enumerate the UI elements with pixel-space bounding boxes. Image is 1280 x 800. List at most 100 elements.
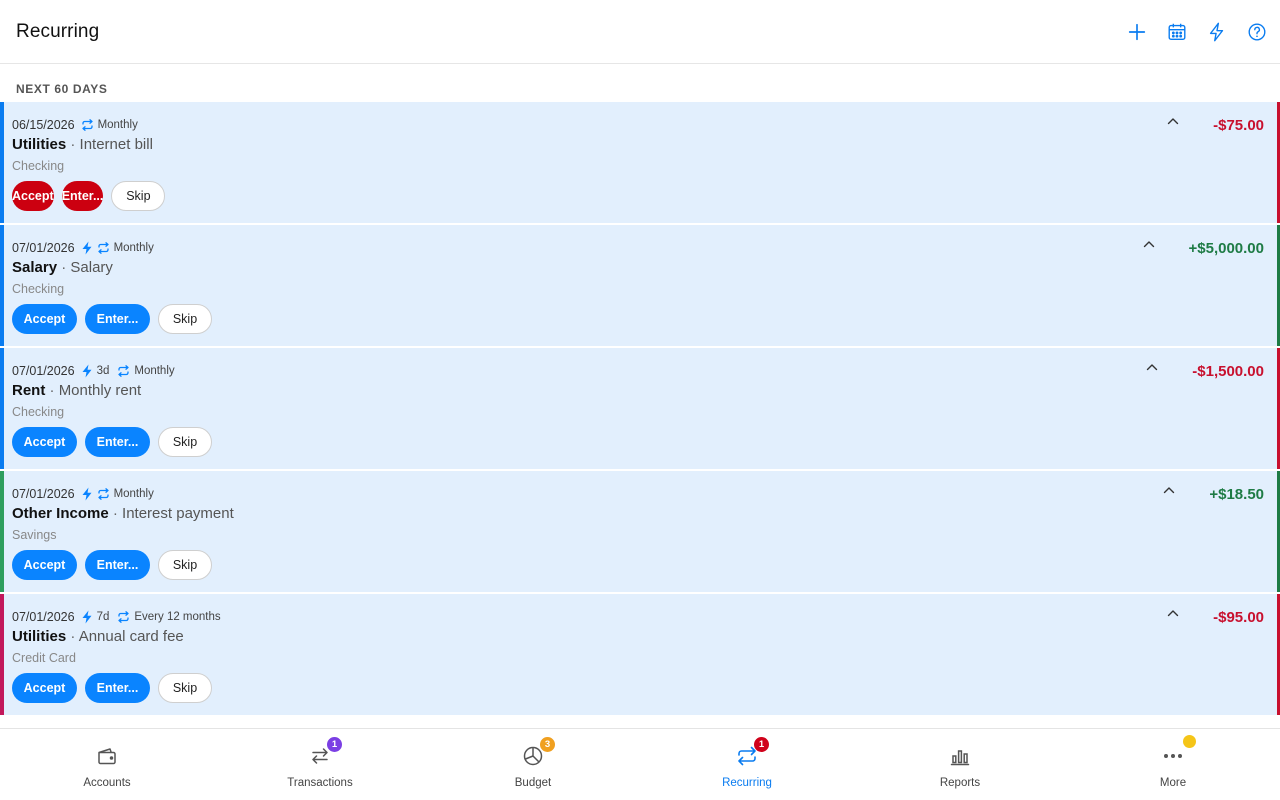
item-description: Interest payment <box>122 505 234 522</box>
item-account: Checking <box>12 159 65 173</box>
add-icon[interactable] <box>1125 20 1149 44</box>
budget-icon: 3 <box>520 737 555 769</box>
accept-button[interactable]: Accept <box>12 550 77 580</box>
item-amount: -$75.00 <box>1213 117 1264 134</box>
recurring-item: 06/15/2026 Monthly Utilities · Internet … <box>0 102 1280 223</box>
item-description: Monthly rent <box>58 382 142 399</box>
recurring-icon: 1 <box>734 737 769 769</box>
item-actions: Accept Enter... Skip <box>12 304 212 334</box>
item-amount: -$95.00 <box>1213 609 1264 626</box>
item-category: Other Income <box>12 505 109 522</box>
tab-label: Reports <box>939 777 981 789</box>
item-title: Salary · Salary <box>12 259 113 276</box>
item-actions: Accept Enter... Skip <box>12 673 212 703</box>
item-frequency: Every 12 months <box>134 611 221 623</box>
item-actions: Accept Enter... Skip <box>12 550 212 580</box>
reports-icon <box>947 743 973 769</box>
accept-button[interactable]: Accept <box>12 181 54 211</box>
item-frequency: Monthly <box>113 242 154 254</box>
lightning-icon[interactable] <box>1205 20 1229 44</box>
item-title: Utilities · Annual card fee <box>12 628 184 645</box>
accept-button[interactable]: Accept <box>12 673 77 703</box>
repeat-icon <box>97 242 110 254</box>
lightning-icon <box>81 241 93 255</box>
title-separator: · <box>108 505 123 522</box>
item-actions: Accept Enter... Skip <box>12 427 212 457</box>
tab-recurring[interactable]: 1 Recurring <box>687 729 807 800</box>
item-title: Other Income · Interest payment <box>12 505 234 522</box>
tab-more[interactable]: More <box>1113 729 1233 800</box>
status-dot <box>1183 735 1196 748</box>
repeat-icon <box>81 119 94 131</box>
help-icon[interactable] <box>1245 20 1269 44</box>
item-date: 07/01/2026 <box>12 241 75 255</box>
item-description: Salary <box>70 259 113 276</box>
notification-badge: 3 <box>540 737 555 752</box>
tab-transactions[interactable]: 1 Transactions <box>260 729 380 800</box>
item-date: 07/01/2026 <box>12 610 75 624</box>
tab-reports[interactable]: Reports <box>900 729 1020 800</box>
tab-label: Transactions <box>287 777 353 789</box>
tab-label: Budget <box>514 777 552 789</box>
accept-button[interactable]: Accept <box>12 427 77 457</box>
chevron-up-icon[interactable] <box>1162 483 1176 497</box>
lightning-icon <box>81 364 93 378</box>
item-meta: 07/01/2026 Monthly <box>12 486 154 502</box>
item-frequency: Monthly <box>97 119 138 131</box>
recurring-item: 07/01/2026 Monthly Other Income · Intere… <box>0 471 1280 592</box>
title-separator: · <box>57 259 71 276</box>
item-title: Utilities · Internet bill <box>12 136 153 153</box>
enter-button[interactable]: Enter... <box>85 427 150 457</box>
skip-button[interactable]: Skip <box>158 427 212 457</box>
calendar-icon[interactable] <box>1165 20 1189 44</box>
skip-button[interactable]: Skip <box>111 181 166 211</box>
tab-budget[interactable]: 3 Budget <box>473 729 593 800</box>
tab-label: Accounts <box>83 777 131 789</box>
item-account: Credit Card <box>12 651 76 665</box>
transactions-icon: 1 <box>307 737 342 769</box>
skip-button[interactable]: Skip <box>158 550 212 580</box>
title-separator: · <box>66 628 79 645</box>
item-title: Rent · Monthly rent <box>12 382 141 399</box>
item-category: Rent <box>12 382 46 399</box>
tab-label: Recurring <box>722 777 772 789</box>
chevron-up-icon[interactable] <box>1166 606 1180 620</box>
tab-label: More <box>1159 777 1187 789</box>
item-description: Internet bill <box>79 136 153 153</box>
recurring-item: 07/01/2026 7d Every 12 months Utilities … <box>0 594 1280 715</box>
item-category: Utilities <box>12 136 67 153</box>
item-date: 06/15/2026 <box>12 118 75 132</box>
enter-button[interactable]: Enter... <box>61 181 104 211</box>
accounts-icon <box>94 743 120 769</box>
app-header: Recurring <box>0 0 1280 64</box>
item-frequency: Monthly <box>113 488 154 500</box>
item-description: Annual card fee <box>78 628 184 645</box>
repeat-icon <box>117 611 130 623</box>
section-label: NEXT 60 DAYS <box>16 82 108 96</box>
chevron-up-icon[interactable] <box>1142 237 1156 251</box>
item-date: 07/01/2026 <box>12 364 75 378</box>
enter-button[interactable]: Enter... <box>85 550 150 580</box>
bottom-tab-bar: Accounts 1 Transactions 3 Budget 1 Recurring Re… <box>0 728 1280 800</box>
notification-badge: 1 <box>327 737 342 752</box>
notification-badge: 1 <box>754 737 769 752</box>
lightning-icon <box>81 487 93 501</box>
item-lead-time: 7d <box>96 611 110 623</box>
item-amount: +$5,000.00 <box>1188 240 1265 257</box>
title-separator: · <box>66 136 80 153</box>
enter-button[interactable]: Enter... <box>85 304 150 334</box>
item-account: Savings <box>12 528 57 542</box>
skip-button[interactable]: Skip <box>158 304 212 334</box>
tab-accounts[interactable]: Accounts <box>47 729 167 800</box>
lightning-icon <box>81 610 93 624</box>
item-frequency: Monthly <box>134 365 175 377</box>
repeat-icon <box>97 488 110 500</box>
chevron-up-icon[interactable] <box>1166 114 1180 128</box>
accept-button[interactable]: Accept <box>12 304 77 334</box>
item-lead-time: 3d <box>96 365 110 377</box>
chevron-up-icon[interactable] <box>1145 360 1159 374</box>
item-account: Checking <box>12 405 65 419</box>
enter-button[interactable]: Enter... <box>85 673 150 703</box>
skip-button[interactable]: Skip <box>158 673 212 703</box>
item-meta: 07/01/2026 7d Every 12 months <box>12 609 221 625</box>
